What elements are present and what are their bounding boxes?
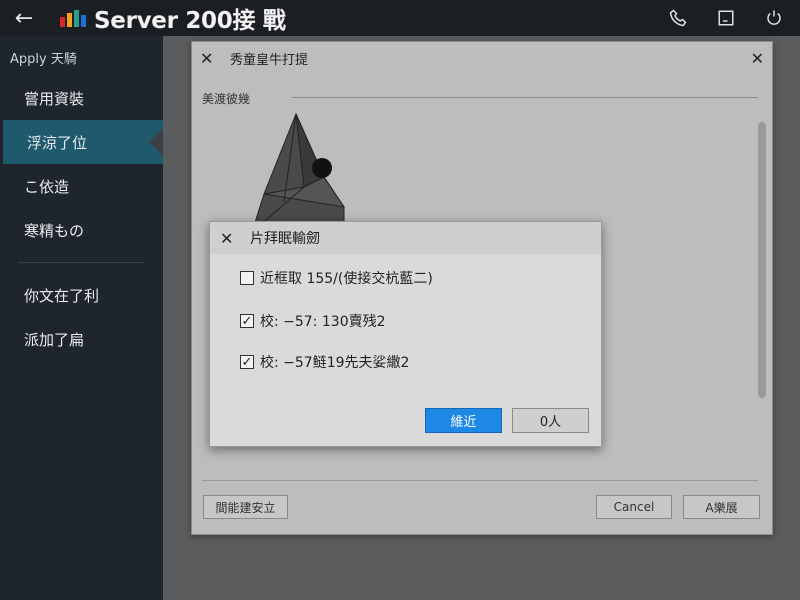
sidebar: Apply 天騎 嘗用資裝 浮涼了位 こ依造 寒精もの 你文在了利 派加了扁 (0, 36, 163, 600)
sidebar-item-4[interactable]: 寒精もの (0, 208, 163, 252)
sidebar-item-label: 寒精もの (24, 221, 85, 240)
close-button[interactable]: ✕ (751, 49, 764, 68)
checkbox-checked[interactable]: ✓ (240, 355, 254, 369)
back-button[interactable]: ← (0, 0, 48, 36)
power-icon[interactable] (756, 0, 792, 36)
sidebar-item-label: こ依造 (24, 177, 70, 196)
options-dialog: ✕ 片拜眠輸劒 近框取 155/(使接交杭藍二) ✓ 校: −57: 130賣残… (209, 221, 602, 447)
checkbox-checked[interactable]: ✓ (240, 314, 254, 328)
sidebar-item-label: 派加了扁 (24, 330, 85, 349)
sidebar-divider (18, 262, 145, 263)
dialog-title: 片拜眠輸劒 (250, 231, 320, 247)
phone-icon[interactable] (660, 0, 696, 36)
option-row-2[interactable]: ✓ 校: −57: 130賣残2 (240, 311, 386, 331)
option-row-3[interactable]: ✓ 校: −57鲢19先夫娑繖2 (240, 352, 409, 372)
panel-header: ✕ 秀童皇牛打提 ✕ (192, 42, 772, 74)
sidebar-item-label: 你文在了利 (24, 286, 100, 305)
app-logo (60, 9, 86, 27)
top-bar: ← Server 200接 戰 (0, 0, 800, 36)
sidebar-item-label: 嘗用資裝 (24, 89, 85, 108)
cancel-button[interactable]: Cancel (596, 495, 672, 519)
sidebar-item-3[interactable]: こ依造 (0, 164, 163, 208)
sidebar-item-5[interactable]: 你文在了利 (0, 273, 163, 317)
sidebar-header: Apply 天騎 (10, 52, 77, 67)
app-title: Server 200接 戰 (94, 8, 286, 34)
panel-title: 秀童皇牛打提 (230, 52, 309, 68)
sidebar-item-label: 浮涼了位 (27, 133, 88, 152)
close-icon[interactable]: ✕ (200, 49, 220, 68)
section-label: 美渡彼幾 (202, 92, 251, 106)
scrollbar[interactable] (758, 122, 766, 398)
dialog-header: ✕ 片拜眠輸劒 (210, 222, 601, 254)
arrow-left-icon: ← (14, 5, 34, 31)
footer-divider (202, 480, 758, 481)
sidebar-item-1[interactable]: 嘗用資裝 (0, 76, 163, 120)
section-divider (292, 97, 758, 98)
sidebar-item-2-active[interactable]: 浮涼了位 (3, 120, 163, 164)
window-icon[interactable] (708, 0, 744, 36)
checkbox-unchecked[interactable] (240, 271, 254, 285)
dialog-cancel-button[interactable]: 0人 (512, 408, 589, 433)
3d-shape-preview (251, 112, 346, 232)
left-action-button[interactable]: 間能建安立 (203, 495, 288, 519)
option-label: 近框取 155/(使接交杭藍二) (260, 271, 433, 287)
option-label: 校: −57: 130賣残2 (260, 314, 386, 330)
ok-button[interactable]: 維近 (425, 408, 502, 433)
sidebar-item-6[interactable]: 派加了扁 (0, 317, 163, 361)
option-row-1[interactable]: 近框取 155/(使接交杭藍二) (240, 268, 433, 288)
close-icon[interactable]: ✕ (220, 229, 242, 248)
apply-button[interactable]: A樂展 (683, 495, 760, 519)
option-label: 校: −57鲢19先夫娑繖2 (260, 355, 410, 371)
